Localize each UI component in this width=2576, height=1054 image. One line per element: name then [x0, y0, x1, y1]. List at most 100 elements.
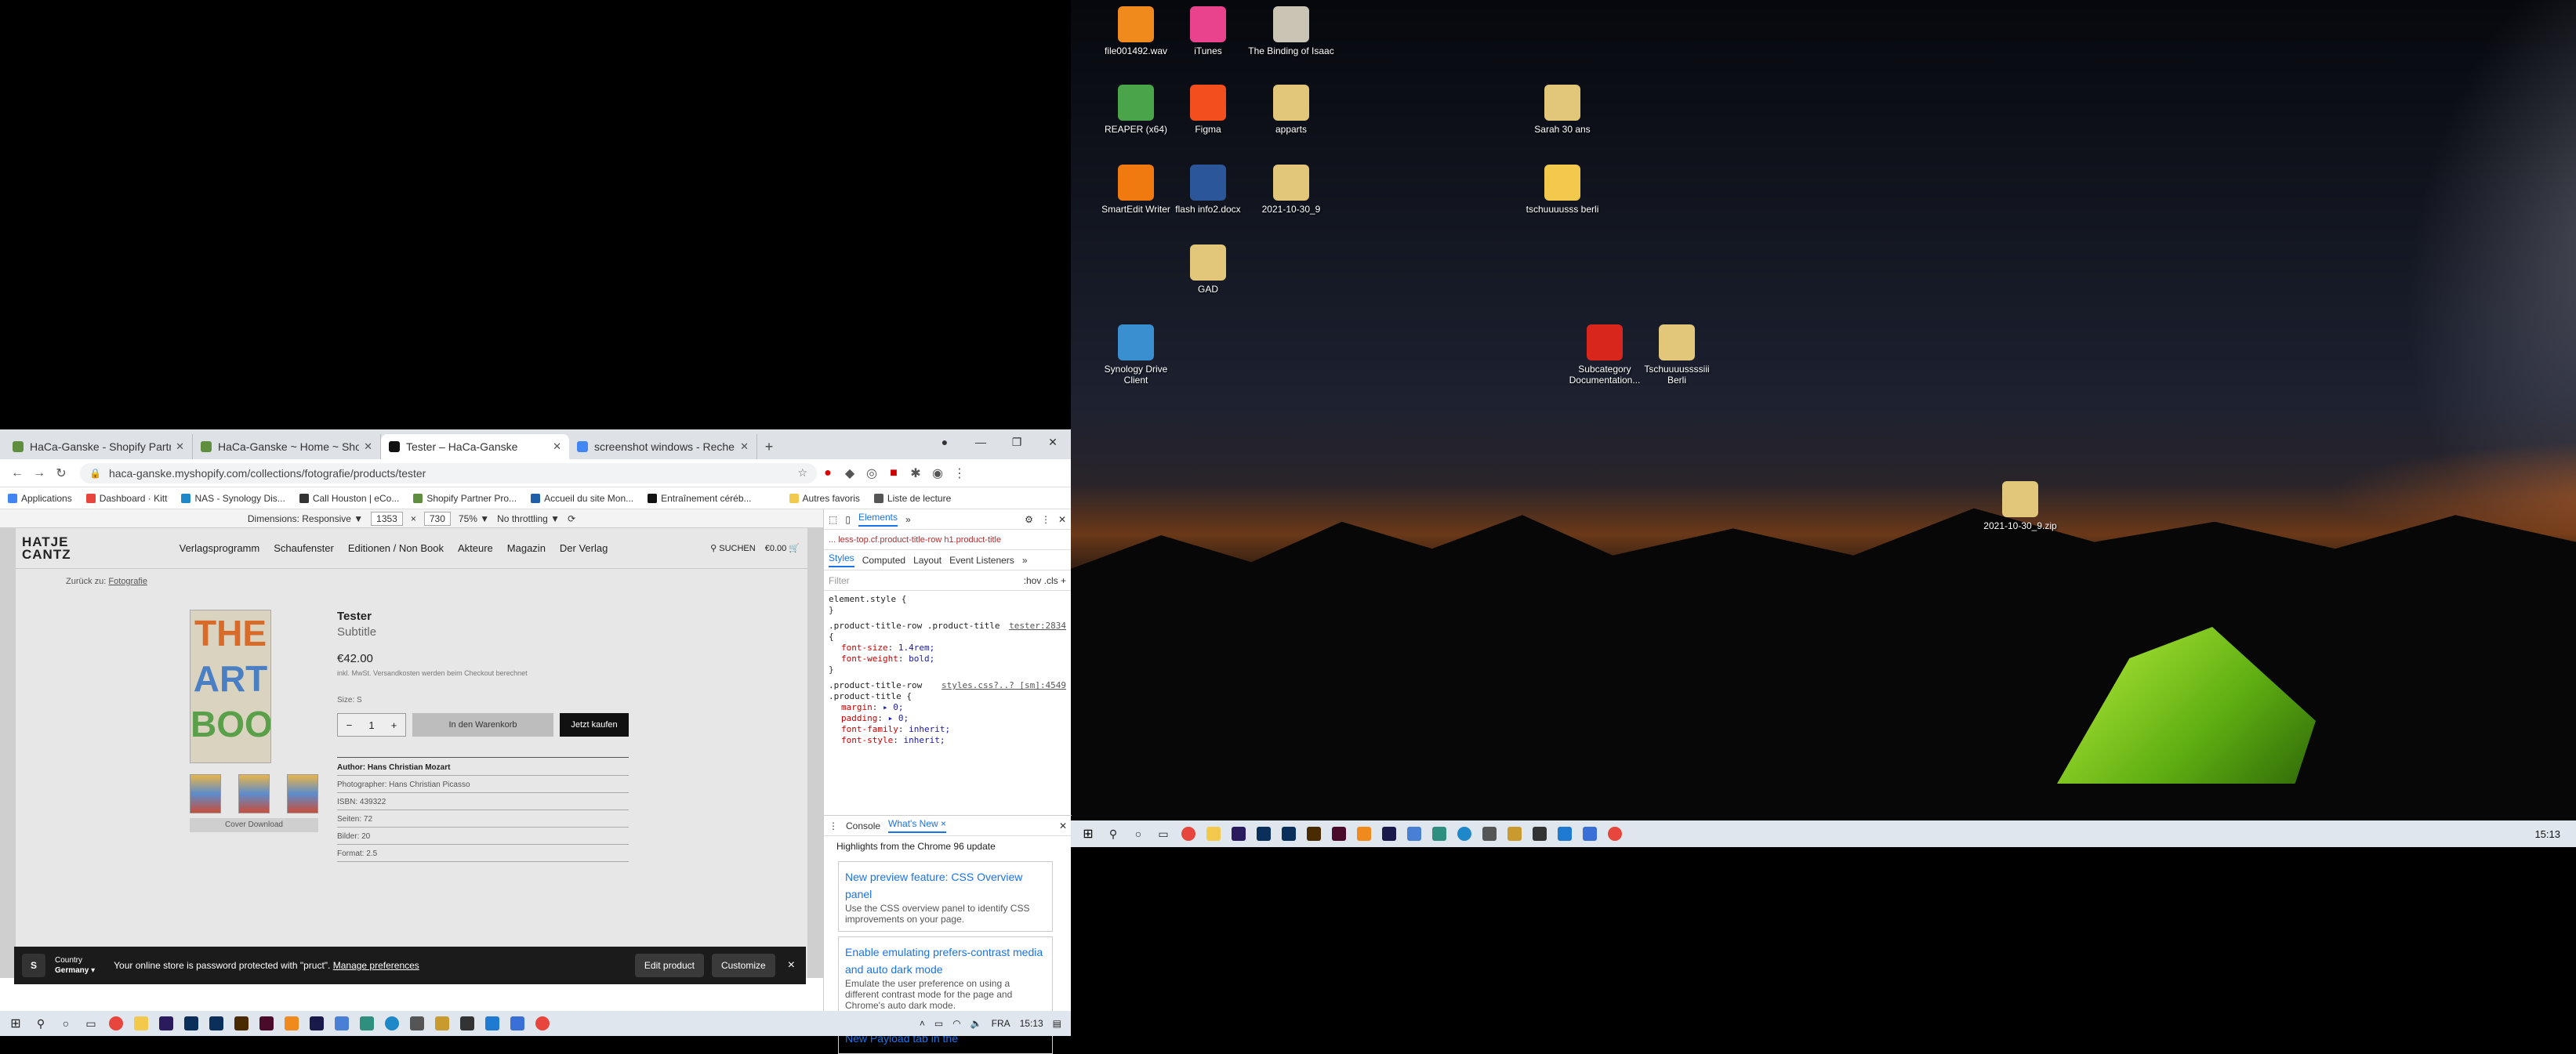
- hov-cls-toggle[interactable]: :hov .cls +: [1024, 575, 1066, 586]
- desktop-icon[interactable]: flash info2.docx: [1165, 165, 1251, 215]
- avatar[interactable]: ◉: [927, 465, 949, 481]
- bookmark-item[interactable]: Shopify Partner Pro...: [413, 493, 517, 504]
- start-icon[interactable]: ⊞: [1076, 821, 1101, 846]
- shop-nav-item[interactable]: Schaufenster: [274, 542, 334, 554]
- tab-elements[interactable]: Elements: [858, 512, 898, 527]
- rotate-icon[interactable]: ⟳: [568, 513, 575, 524]
- cart-link[interactable]: €0.00 🛒: [765, 543, 800, 553]
- close-tab-icon[interactable]: ✕: [553, 440, 561, 453]
- desktop-icon[interactable]: The Binding of Isaac: [1248, 6, 1334, 56]
- desktop-icon[interactable]: 2021-10-30_9.zip: [1977, 481, 2063, 531]
- css-rule[interactable]: tester:2834 .product-title-row .product-t…: [829, 621, 1066, 676]
- dom-breadcrumb[interactable]: ... less-top.cf.product-title-row h1.pro…: [824, 530, 1071, 550]
- bookmark-item[interactable]: Accueil du site Mon...: [531, 493, 633, 504]
- notifications-icon[interactable]: ▤: [1053, 1018, 1061, 1029]
- shop-nav-item[interactable]: Der Verlag: [560, 542, 608, 554]
- app5-taskbar-icon[interactable]: [505, 1011, 530, 1036]
- styles-pane-tab[interactable]: Layout: [913, 555, 942, 566]
- address-bar[interactable]: 🔒 haca-ganske.myshopify.com/collections/…: [80, 462, 817, 484]
- app2-taskbar-icon[interactable]: [405, 1011, 430, 1036]
- chrome-taskbar-icon[interactable]: [1176, 821, 1201, 846]
- styles-filter-input[interactable]: Filter: [829, 575, 850, 586]
- back-link[interactable]: Fotografie: [108, 577, 147, 586]
- qty-plus-button[interactable]: +: [391, 719, 397, 731]
- app-taskbar-icon[interactable]: [1427, 821, 1452, 846]
- reload-icon[interactable]: ↻: [50, 465, 72, 481]
- vlc-taskbar-icon[interactable]: [279, 1011, 304, 1036]
- shop-nav-item[interactable]: Verlagsprogramm: [180, 542, 260, 554]
- bookmark-item[interactable]: Dashboard · Kitt: [85, 493, 167, 504]
- profile-icon[interactable]: ●: [927, 429, 963, 455]
- desktop-icon[interactable]: tschuuuusss berli: [1519, 165, 1605, 215]
- css-declaration[interactable]: padding: ▸ 0;: [829, 713, 1066, 724]
- bookmark-item[interactable]: Call Houston | eCo...: [299, 493, 399, 504]
- cortana-icon[interactable]: ○: [53, 1011, 78, 1036]
- vlc-taskbar-icon[interactable]: [1351, 821, 1377, 846]
- css-source-link[interactable]: tester:2834: [1009, 621, 1066, 632]
- close-tab-icon[interactable]: ✕: [364, 440, 372, 453]
- product-thumbnail[interactable]: [238, 774, 270, 813]
- kebab-icon[interactable]: ⋮: [1041, 514, 1050, 525]
- chevron-up-icon[interactable]: ˄: [920, 1018, 925, 1029]
- lock-icon[interactable]: 🔒: [89, 468, 101, 479]
- close-bar-button[interactable]: ×: [788, 958, 795, 973]
- close-tab-icon[interactable]: ✕: [740, 440, 749, 453]
- shop-nav-item[interactable]: Akteure: [458, 542, 493, 554]
- settings-icon[interactable]: ⚙: [1025, 514, 1033, 525]
- cover-download-button[interactable]: Cover Download: [190, 818, 318, 832]
- add-to-cart-button[interactable]: In den Warenkorb: [412, 713, 553, 737]
- photoshop-taskbar-icon[interactable]: [179, 1011, 204, 1036]
- desktop-icon[interactable]: Tschuuuussssiii Berli: [1634, 324, 1720, 386]
- close-tab-icon[interactable]: ✕: [176, 440, 184, 453]
- css-source-link[interactable]: styles.css?..? [sm]:4549: [942, 680, 1066, 691]
- indesign-taskbar-icon[interactable]: [1326, 821, 1351, 846]
- docs-taskbar-icon[interactable]: [329, 1011, 354, 1036]
- aftereffects-taskbar-icon[interactable]: [1377, 821, 1402, 846]
- app4-taskbar-icon[interactable]: [1527, 821, 1552, 846]
- extension-icon[interactable]: ◆: [839, 465, 861, 481]
- task-view-icon[interactable]: ▭: [78, 1011, 103, 1036]
- extension3-icon[interactable]: ■: [883, 466, 905, 480]
- css-rule[interactable]: styles.css?..? [sm]:4549 .product-title-r…: [829, 680, 1066, 746]
- browser-tab[interactable]: HaCa-Ganske ~ Home ~ Shopify ✕: [193, 434, 381, 459]
- close-drawer-icon[interactable]: ✕: [1059, 820, 1067, 831]
- illustrator-taskbar-icon[interactable]: [229, 1011, 254, 1036]
- minimize-button[interactable]: —: [963, 429, 999, 455]
- app3-taskbar-icon[interactable]: [430, 1011, 455, 1036]
- desktop-icon[interactable]: Sarah 30 ans: [1519, 85, 1605, 135]
- bookmark-item[interactable]: NAS - Synology Dis...: [181, 493, 285, 504]
- height-input[interactable]: 730: [423, 511, 451, 526]
- css-declaration[interactable]: font-weight: bold;: [829, 654, 1066, 665]
- forward-icon[interactable]: →: [28, 466, 50, 480]
- lightroom-taskbar-icon[interactable]: [204, 1011, 229, 1036]
- menu-icon[interactable]: ⋮: [949, 465, 971, 481]
- inspect-icon[interactable]: ⬚: [829, 514, 837, 525]
- search-link[interactable]: ⚲ SUCHEN: [710, 543, 756, 553]
- vscode-taskbar-icon[interactable]: [480, 1011, 505, 1036]
- shop-logo[interactable]: HATJE CANTZ: [22, 535, 71, 561]
- wifi-icon[interactable]: ◠: [952, 1018, 960, 1029]
- styles-pane-tab[interactable]: Event Listeners: [949, 555, 1014, 566]
- customize-button[interactable]: Customize: [711, 954, 775, 977]
- tab-console[interactable]: Console: [846, 820, 880, 831]
- desktop-icon[interactable]: 2021-10-30_9: [1248, 165, 1334, 215]
- desktop-icon[interactable]: iTunes: [1165, 6, 1251, 56]
- left-clock[interactable]: 15:13: [1020, 1018, 1043, 1029]
- extension2-icon[interactable]: ◎: [861, 465, 883, 481]
- bookmark-item[interactable]: Liste de lecture: [873, 493, 951, 504]
- tab-more[interactable]: »: [905, 514, 911, 525]
- task-view-icon[interactable]: ▭: [1151, 821, 1176, 846]
- app2-taskbar-icon[interactable]: [1477, 821, 1502, 846]
- product-thumbnail[interactable]: [287, 774, 318, 813]
- start-icon[interactable]: ⊞: [3, 1011, 28, 1036]
- qty-minus-button[interactable]: −: [346, 719, 353, 731]
- app3-taskbar-icon[interactable]: [1502, 821, 1527, 846]
- maximize-button[interactable]: ❐: [999, 429, 1035, 455]
- photoshop-taskbar-icon[interactable]: [1251, 821, 1276, 846]
- styles-pane-tab[interactable]: »: [1022, 555, 1028, 566]
- country-selector[interactable]: Country Germany ▾: [55, 955, 95, 976]
- dimensions-select[interactable]: Dimensions: Responsive ▼: [248, 513, 363, 524]
- device-icon[interactable]: ▯: [845, 514, 851, 525]
- puzzle-icon[interactable]: ✱: [905, 465, 927, 481]
- app4-taskbar-icon[interactable]: [455, 1011, 480, 1036]
